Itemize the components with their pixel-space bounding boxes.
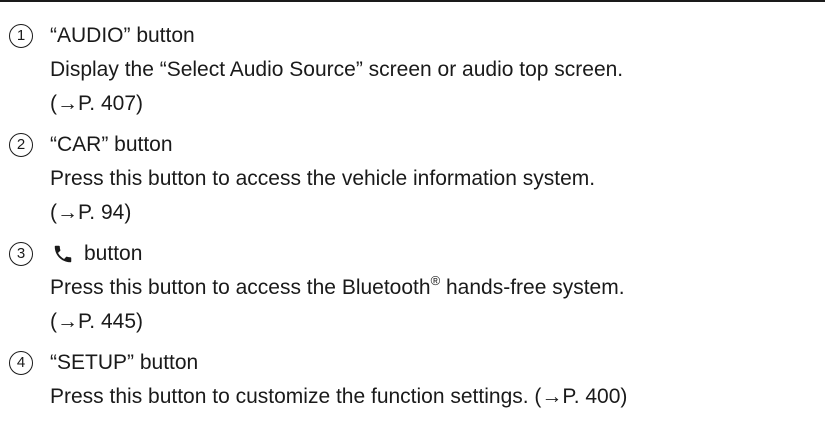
circled-number-3: 3 bbox=[9, 242, 33, 266]
list-item-car: 2 “CAR” button Press this button to acce… bbox=[0, 128, 825, 230]
item-title: button bbox=[50, 237, 825, 271]
circled-number-2: 2 bbox=[9, 133, 33, 157]
description-text: Press this button to access the Bluetoot… bbox=[50, 276, 431, 299]
callout-list: 1 “AUDIO” button Display the “Select Aud… bbox=[0, 19, 825, 421]
item-description: Press this button to customize the funct… bbox=[50, 385, 628, 408]
list-item-audio: 1 “AUDIO” button Display the “Select Aud… bbox=[0, 19, 825, 121]
item-title: “CAR” button bbox=[50, 133, 173, 156]
phone-handset-icon bbox=[52, 243, 74, 265]
item-description: Display the “Select Audio Source” screen… bbox=[50, 58, 624, 81]
description-text-end: hands-free system. bbox=[440, 276, 625, 299]
page-reference: (→P. 94) bbox=[50, 201, 132, 224]
top-rule bbox=[0, 0, 825, 2]
page-reference: (→P. 407) bbox=[50, 92, 143, 115]
item-title: “SETUP” button bbox=[50, 351, 199, 374]
registered-mark: ® bbox=[430, 273, 441, 288]
item-description: Press this button to access the Bluetoot… bbox=[50, 271, 825, 305]
page-reference: (→P. 445) bbox=[50, 310, 143, 333]
item-title: “AUDIO” button bbox=[50, 24, 195, 47]
item-title-text: button bbox=[84, 242, 143, 265]
circled-number-1: 1 bbox=[9, 24, 33, 48]
item-description: Press this button to access the vehicle … bbox=[50, 167, 596, 190]
circled-number-4: 4 bbox=[9, 351, 33, 375]
list-item-setup: 4 “SETUP” button Press this button to cu… bbox=[0, 346, 825, 414]
list-item-phone: 3 button Press this button to access the… bbox=[0, 237, 825, 339]
